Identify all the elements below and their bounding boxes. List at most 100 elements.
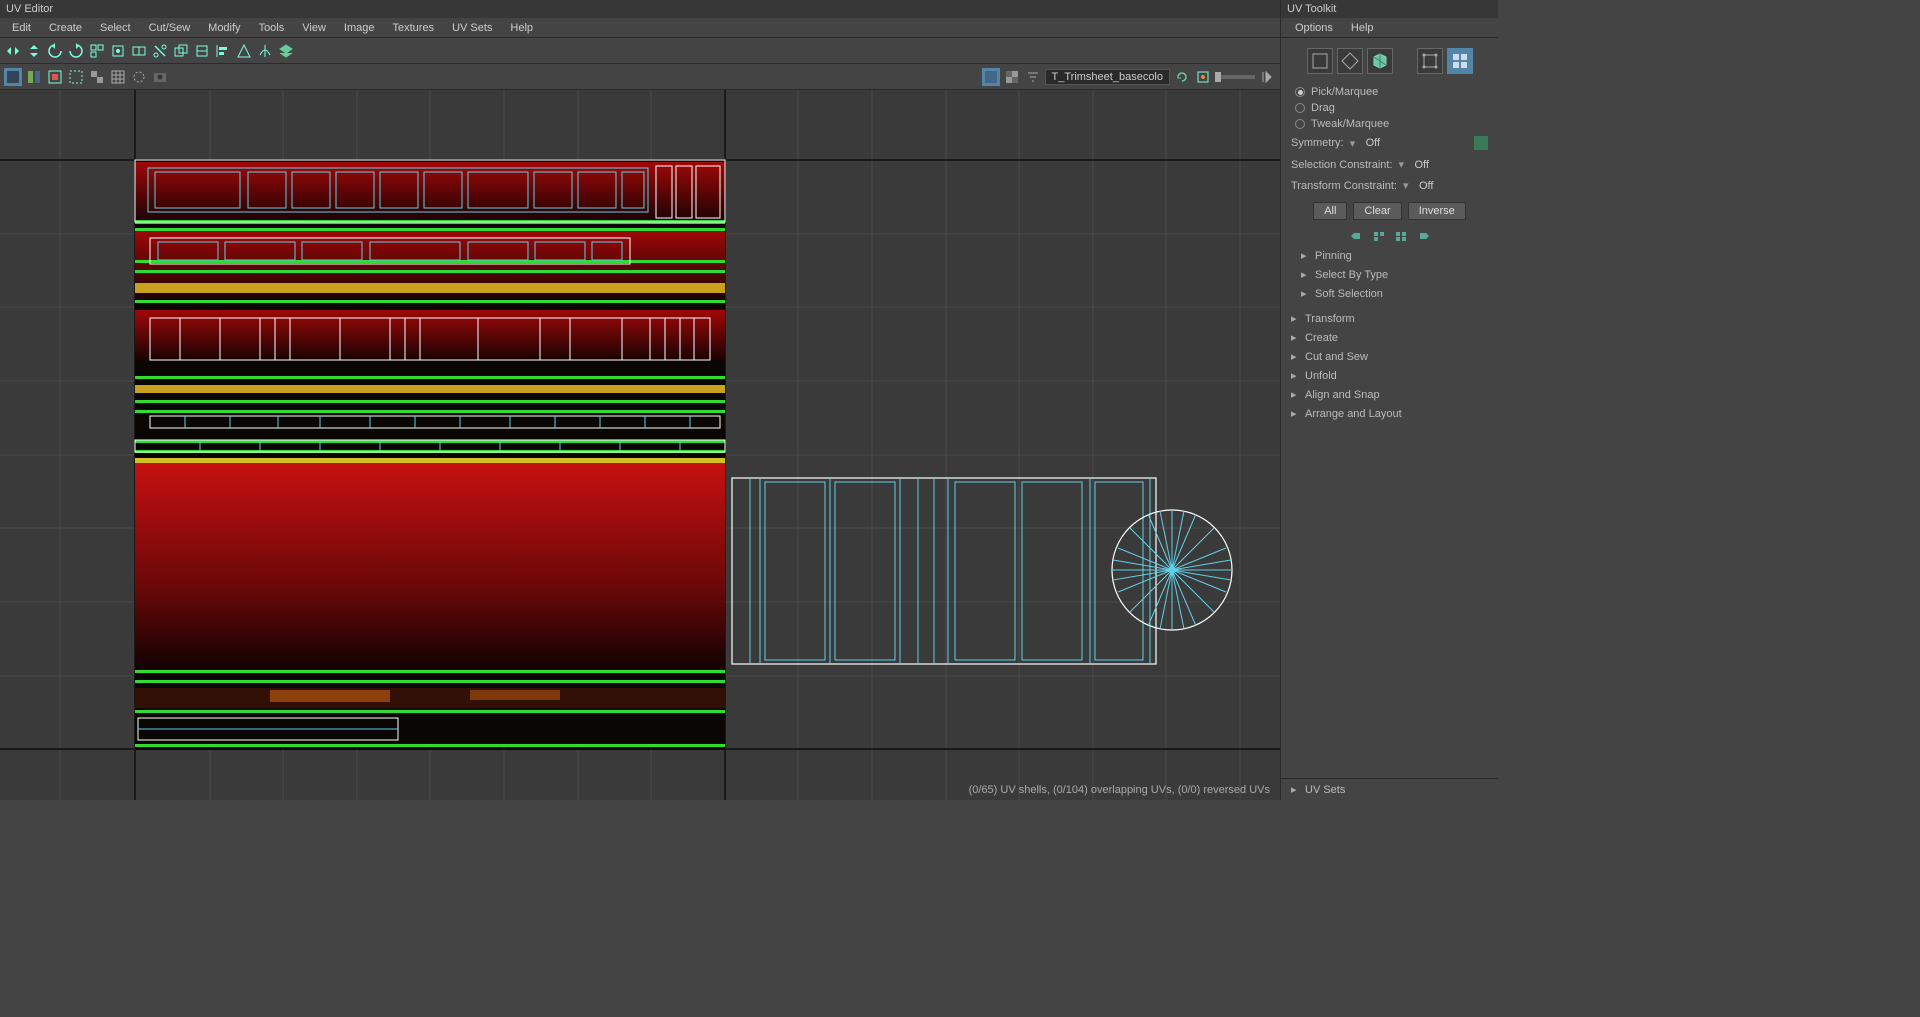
exposure-slider[interactable] (1215, 75, 1255, 79)
select-by-type-label: Select By Type (1315, 269, 1388, 281)
unfold-icon[interactable] (130, 42, 148, 60)
menu-modify[interactable]: Modify (200, 20, 248, 36)
layout-icon[interactable] (88, 42, 106, 60)
inverse-button[interactable]: Inverse (1408, 202, 1466, 220)
checker-icon[interactable] (88, 68, 106, 86)
chevron-down-icon[interactable]: ▾ (1350, 137, 1360, 150)
filtered-icon[interactable] (1024, 68, 1042, 86)
menu-create[interactable]: Create (41, 20, 90, 36)
chevron-right-icon: ▸ (1291, 350, 1299, 363)
select-by-type-section[interactable]: ▸ Select By Type (1281, 265, 1498, 284)
edge-mode-icon[interactable] (1337, 48, 1363, 74)
orient-icon[interactable] (193, 42, 211, 60)
texture-name-field[interactable]: T_Trimsheet_basecolo (1045, 69, 1170, 85)
uv-shell-circle (1112, 510, 1232, 630)
menu-cutsew[interactable]: Cut/Sew (141, 20, 199, 36)
shrink-selection-icon[interactable] (1350, 230, 1364, 242)
stack-icon[interactable] (172, 42, 190, 60)
arrange-layout-label: Arrange and Layout (1305, 408, 1402, 420)
channel-next-icon[interactable] (1258, 68, 1276, 86)
dim-image-icon[interactable] (1003, 68, 1021, 86)
cut-sew-label: Cut and Sew (1305, 351, 1368, 363)
grow-loop-icon[interactable] (1394, 230, 1408, 242)
image-display-icon[interactable] (982, 68, 1000, 86)
soft-selection-section[interactable]: ▸ Soft Selection (1281, 284, 1498, 303)
align-snap-section[interactable]: ▸ Align and Snap (1281, 385, 1498, 404)
vertex-mode-icon[interactable] (1307, 48, 1333, 74)
trans-constraint-value[interactable]: Off (1419, 180, 1443, 192)
flip-v-icon[interactable] (25, 42, 43, 60)
menu-select[interactable]: Select (92, 20, 139, 36)
symmetry-toggle-icon[interactable] (1474, 136, 1488, 150)
menu-edit[interactable]: Edit (4, 20, 39, 36)
create-label: Create (1305, 332, 1338, 344)
selection-constraint-row: Selection Constraint: ▾ Off (1281, 154, 1498, 175)
shade-icon[interactable] (277, 42, 295, 60)
sel-constraint-label: Selection Constraint: (1291, 159, 1393, 171)
shrink-loop-icon[interactable] (1372, 230, 1386, 242)
pick-marquee-label: Pick/Marquee (1311, 86, 1378, 98)
menu-view[interactable]: View (294, 20, 334, 36)
viewport-grid (0, 90, 1280, 800)
face-mode-icon[interactable] (1367, 48, 1393, 74)
component-mode-row (1281, 38, 1498, 84)
uv-viewport[interactable]: (0/65) UV shells, (0/104) overlapping UV… (0, 90, 1280, 800)
snapshot-icon[interactable] (151, 68, 169, 86)
shell-mode-icon[interactable] (1447, 48, 1473, 74)
create-section[interactable]: ▸ Create (1281, 328, 1498, 347)
drag-radio[interactable]: Drag (1281, 100, 1498, 116)
symmetrize-icon[interactable] (256, 42, 274, 60)
arrange-layout-section[interactable]: ▸ Arrange and Layout (1281, 404, 1498, 423)
align-icon[interactable] (214, 42, 232, 60)
wireframe-display-icon[interactable] (25, 68, 43, 86)
chevron-down-icon[interactable]: ▾ (1399, 158, 1409, 171)
chevron-down-icon[interactable]: ▾ (1403, 179, 1413, 192)
chevron-right-icon: ▸ (1301, 249, 1309, 262)
snap-icon[interactable] (109, 42, 127, 60)
toolbar-row-1 (0, 38, 1280, 64)
toolkit-menu-options[interactable]: Options (1287, 20, 1341, 36)
unfold-section[interactable]: ▸ Unfold (1281, 366, 1498, 385)
cut-sew-section[interactable]: ▸ Cut and Sew (1281, 347, 1498, 366)
menu-uvsets[interactable]: UV Sets (444, 20, 500, 36)
grow-selection-icon[interactable] (1416, 230, 1430, 242)
texture-borders-icon[interactable] (67, 68, 85, 86)
menu-image[interactable]: Image (336, 20, 383, 36)
flip-u-icon[interactable] (4, 42, 22, 60)
align-snap-label: Align and Snap (1305, 389, 1380, 401)
drag-label: Drag (1311, 102, 1335, 114)
symmetry-value[interactable]: Off (1366, 137, 1390, 149)
texture-display (135, 160, 725, 750)
unfold-label: Unfold (1305, 370, 1337, 382)
menu-help[interactable]: Help (502, 20, 541, 36)
clear-button[interactable]: Clear (1353, 202, 1401, 220)
refresh-texture-icon[interactable] (1173, 68, 1191, 86)
shaded-display-icon[interactable] (4, 68, 22, 86)
rotate-cw-icon[interactable] (67, 42, 85, 60)
menu-textures[interactable]: Textures (384, 20, 442, 36)
grid-toggle-icon[interactable] (109, 68, 127, 86)
toolkit-menu-help[interactable]: Help (1343, 20, 1382, 36)
distortion-display-icon[interactable] (46, 68, 64, 86)
cut-icon[interactable] (151, 42, 169, 60)
transform-section[interactable]: ▸ Transform (1281, 309, 1498, 328)
status-bar: (0/65) UV shells, (0/104) overlapping UV… (959, 780, 1280, 800)
pinning-section[interactable]: ▸ Pinning (1281, 246, 1498, 265)
bake-icon[interactable] (1194, 68, 1212, 86)
toolkit-menu-bar: Options Help (1281, 18, 1498, 38)
tweak-marquee-radio[interactable]: Tweak/Marquee (1281, 116, 1498, 132)
uv-sets-label: UV Sets (1305, 784, 1345, 796)
transform-constraint-row: Transform Constraint: ▾ Off (1281, 175, 1498, 196)
lattice-icon[interactable] (235, 42, 253, 60)
uv-sets-footer[interactable]: ▸ UV Sets (1281, 778, 1498, 800)
isolate-icon[interactable] (130, 68, 148, 86)
rotate-ccw-icon[interactable] (46, 42, 64, 60)
sel-constraint-value[interactable]: Off (1415, 159, 1439, 171)
chevron-right-icon: ▸ (1291, 783, 1299, 796)
menu-tools[interactable]: Tools (251, 20, 293, 36)
chevron-right-icon: ▸ (1301, 287, 1309, 300)
radio-unchecked-icon (1295, 103, 1305, 113)
uv-mode-icon[interactable] (1417, 48, 1443, 74)
pick-marquee-radio[interactable]: Pick/Marquee (1281, 84, 1498, 100)
select-all-button[interactable]: All (1313, 202, 1347, 220)
